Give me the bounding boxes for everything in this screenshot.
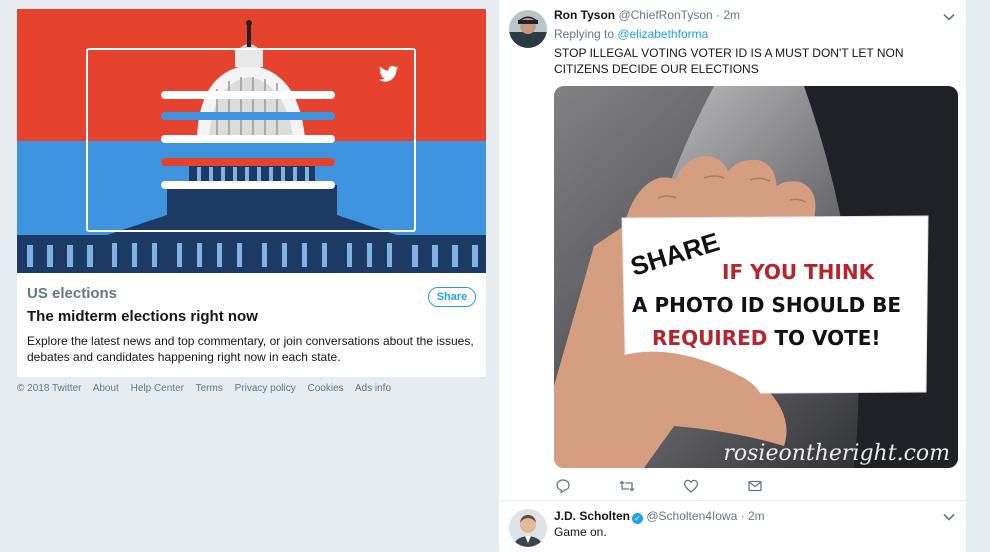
user-handle[interactable]: @ChiefRonTyson <box>618 8 712 22</box>
share-button[interactable]: Share <box>428 287 476 307</box>
retweet-icon[interactable] <box>619 478 635 494</box>
footer-link-cookies[interactable]: Cookies <box>308 383 344 394</box>
tweet-text: STOP ILLEGAL VOTING VOTER ID IS A MUST D… <box>554 46 904 76</box>
replying-to-label: Replying to <box>554 27 615 41</box>
verified-badge-icon: ✓ <box>632 513 644 524</box>
tweet-header: Ron Tyson @ChiefRonTyson · 2m <box>554 8 740 22</box>
media-line-2: A PHOTO ID SHOULD BE <box>632 293 901 317</box>
media-required-word: REQUIRED <box>652 326 767 350</box>
tweet-header: J.D. Scholten ✓ @Scholten4Iowa · 2m <box>554 509 765 524</box>
timeline: Ron Tyson @ChiefRonTyson · 2m Replying t… <box>499 0 966 552</box>
avatar[interactable] <box>509 509 547 547</box>
footer-copyright: © 2018 Twitter <box>17 383 82 394</box>
reply-icon[interactable] <box>555 478 571 494</box>
tweet-media-image[interactable]: SHARE IF YOU THINK A PHOTO ID SHOULD BE … <box>554 86 958 468</box>
timestamp[interactable]: 2m <box>723 8 740 22</box>
card-description: Explore the latest news and top commenta… <box>27 334 474 364</box>
footer-link-help-center[interactable]: Help Center <box>131 383 184 394</box>
user-handle[interactable]: @Scholten4Iowa <box>646 509 737 523</box>
media-watermark: rosieontheright.com <box>723 441 950 466</box>
avatar[interactable] <box>509 10 547 48</box>
footer-link-about[interactable]: About <box>93 383 119 394</box>
tweet[interactable]: J.D. Scholten ✓ @Scholten4Iowa · 2m Game … <box>499 501 966 552</box>
message-icon[interactable] <box>747 478 763 494</box>
chevron-down-icon[interactable] <box>942 10 956 24</box>
card-title[interactable]: The midterm elections right now <box>27 308 476 325</box>
footer: © 2018 Twitter About Help Center Terms P… <box>17 383 400 394</box>
display-name[interactable]: Ron Tyson <box>554 8 615 22</box>
replying-to-mention[interactable]: @elizabethforma <box>617 27 708 41</box>
like-icon[interactable] <box>683 478 699 494</box>
timestamp[interactable]: 2m <box>748 509 765 523</box>
footer-link-terms[interactable]: Terms <box>196 383 223 394</box>
media-line-1: IF YOU THINK <box>722 260 876 284</box>
us-capitol-illustration[interactable] <box>17 9 486 273</box>
display-name[interactable]: J.D. Scholten <box>554 509 630 523</box>
event-card[interactable]: US elections Share The midterm elections… <box>17 9 486 377</box>
card-category[interactable]: US elections <box>27 285 476 302</box>
tweet[interactable]: Ron Tyson @ChiefRonTyson · 2m Replying t… <box>499 0 966 501</box>
replying-to: Replying to @elizabethforma <box>554 27 708 41</box>
tweet-text: Game on. <box>554 525 607 539</box>
media-line-3: REQUIRED TO VOTE! <box>652 326 881 350</box>
separator-dot: · <box>740 509 745 523</box>
chevron-down-icon[interactable] <box>942 510 956 524</box>
footer-link-privacy-policy[interactable]: Privacy policy <box>235 383 296 394</box>
media-to-vote: TO VOTE! <box>767 326 880 350</box>
footer-link-ads-info[interactable]: Ads info <box>355 383 391 394</box>
separator-dot: · <box>716 8 721 22</box>
